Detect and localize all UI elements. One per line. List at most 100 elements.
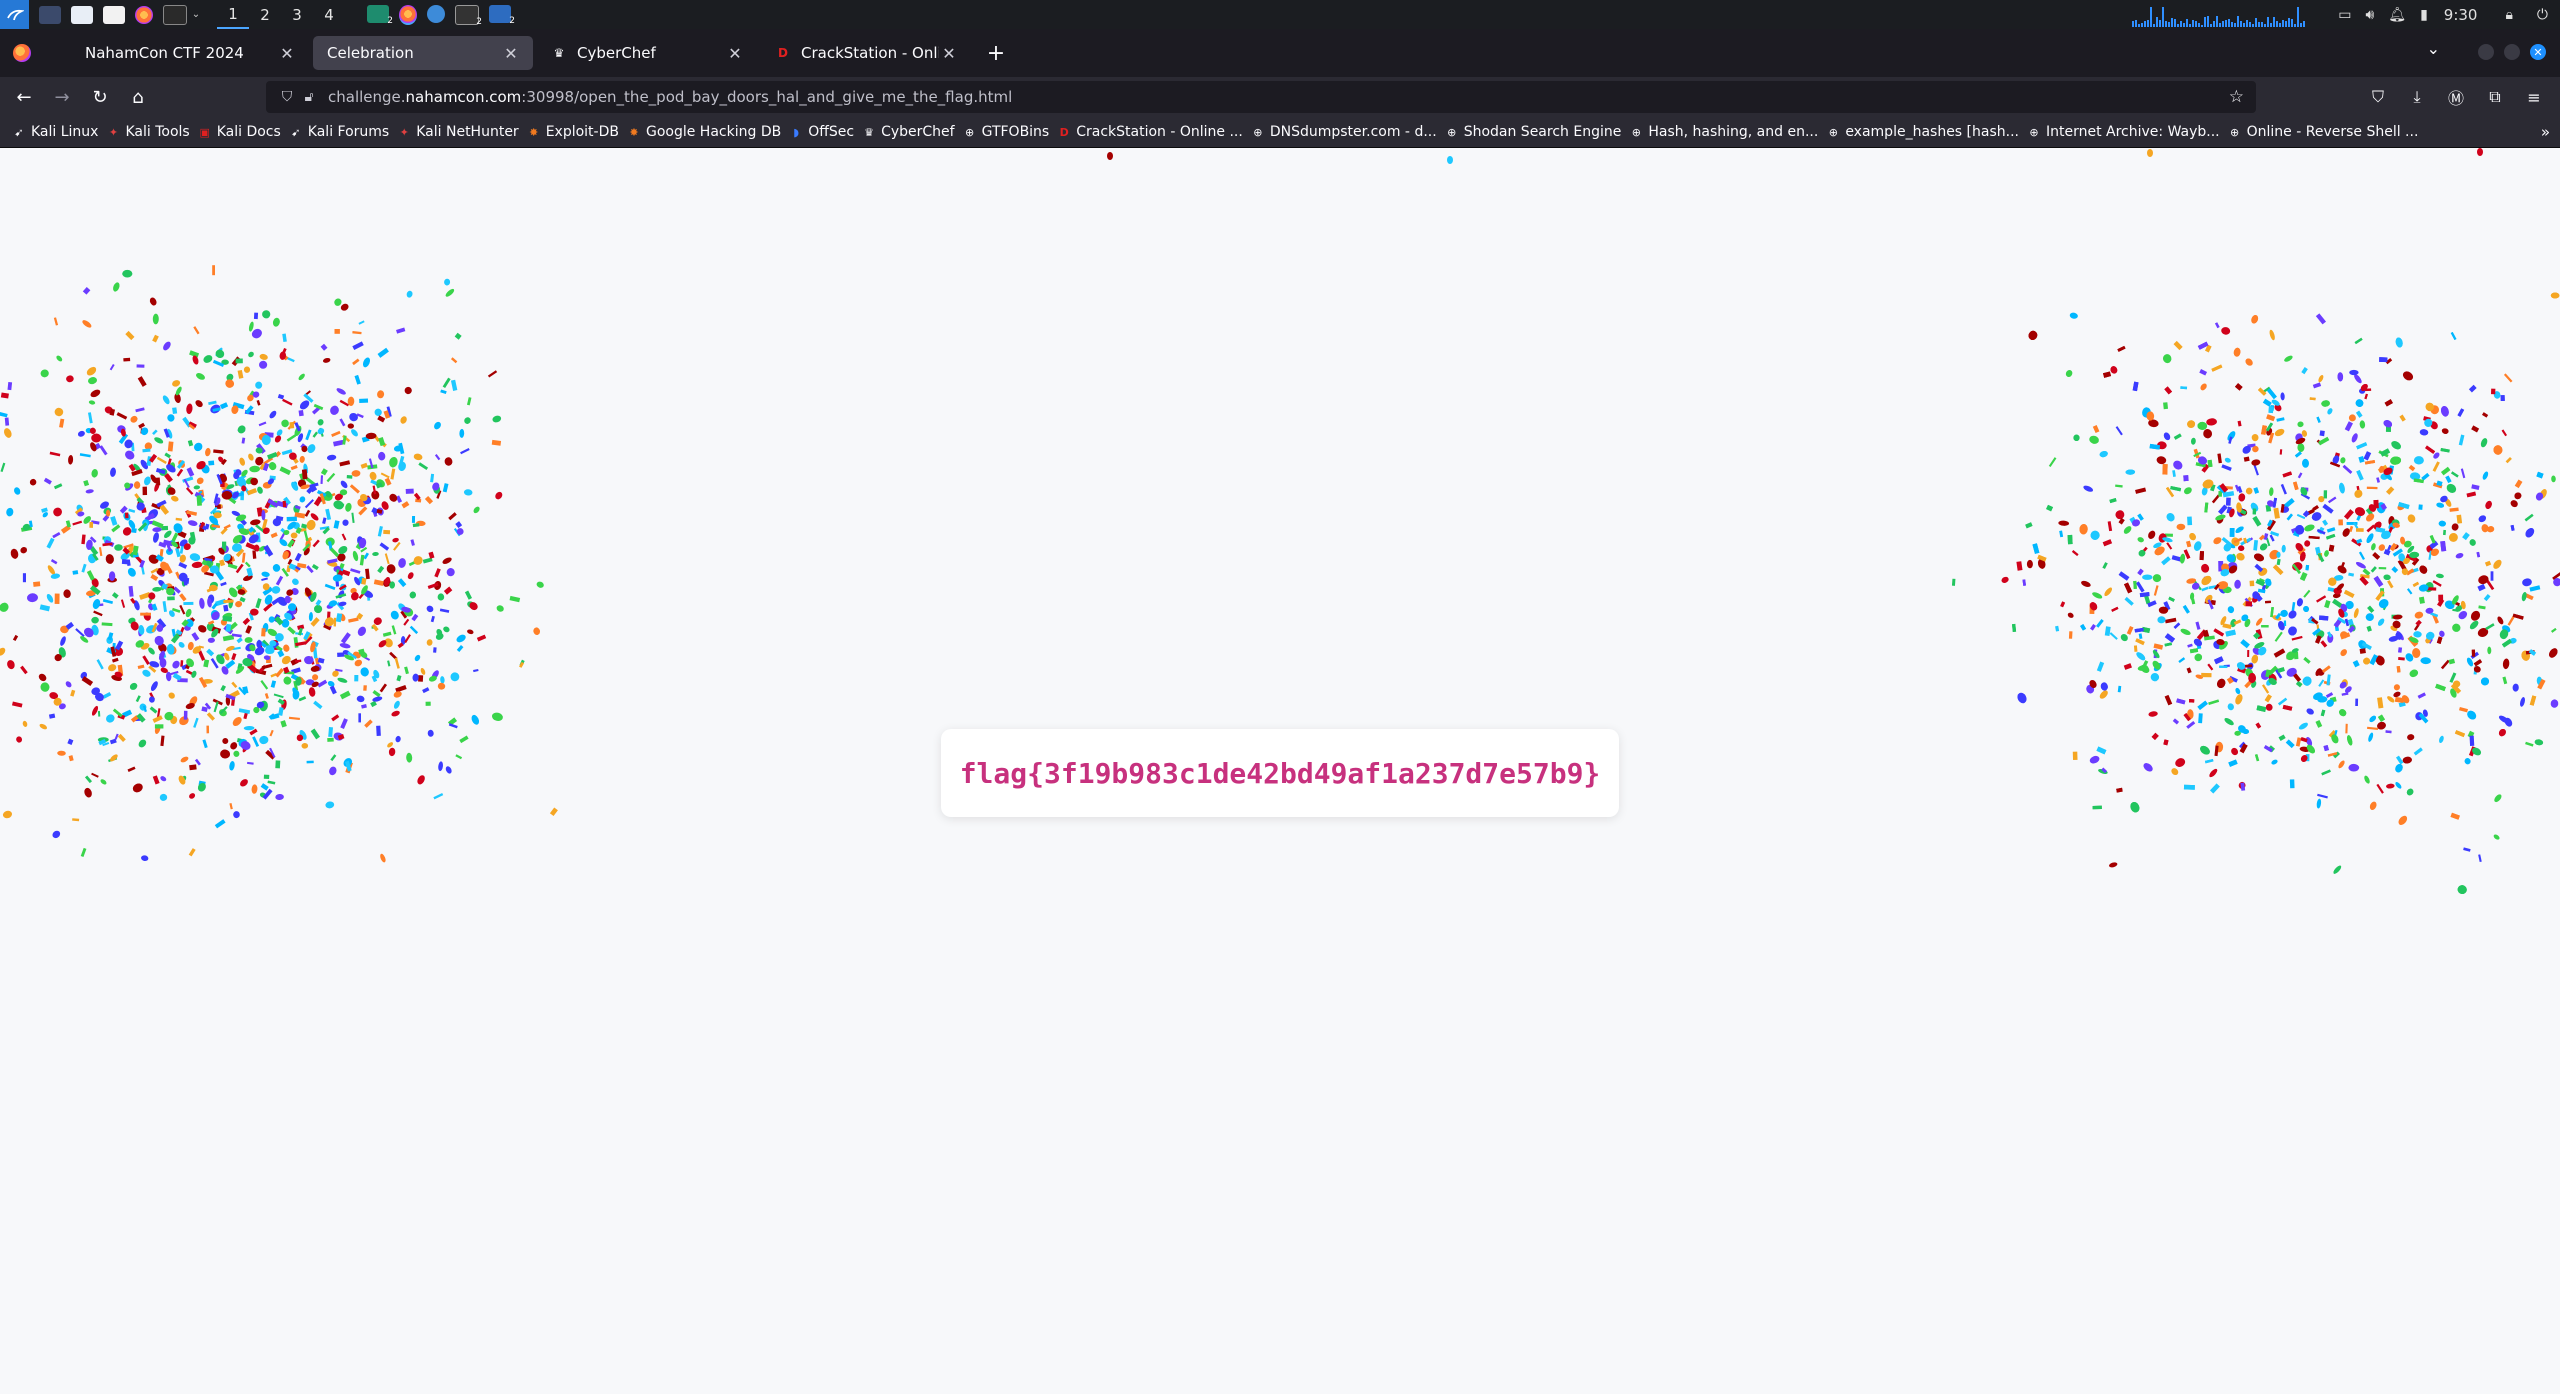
- browser-running-icon[interactable]: [427, 4, 445, 23]
- confetti-piece: [2161, 556, 2171, 566]
- tab-crackstation[interactable]: D CrackStation - Online Pas ✕: [761, 36, 971, 70]
- workspace-1-button[interactable]: 1: [217, 0, 249, 29]
- confetti-piece: [459, 428, 465, 438]
- confetti-piece: [2133, 645, 2138, 652]
- bookmark-offsec[interactable]: ◗ OffSec: [789, 124, 854, 140]
- file-manager-icon[interactable]: [71, 5, 93, 24]
- confetti-piece: [425, 701, 431, 706]
- bookmark-internet-archive[interactable]: ⊕ Internet Archive: Wayb...: [2027, 124, 2219, 140]
- more-bookmarks-chevron-icon[interactable]: »: [2541, 123, 2550, 141]
- bookmark-exploit-db[interactable]: ✸ Exploit-DB: [527, 124, 619, 140]
- confetti-piece: [2176, 698, 2186, 705]
- forward-button[interactable]: →: [44, 81, 80, 113]
- bookmark-kali-nethunter[interactable]: ✦ Kali NetHunter: [397, 124, 519, 140]
- close-tab-icon[interactable]: ✕: [501, 44, 521, 63]
- confetti-piece: [2046, 504, 2054, 512]
- extensions-icon[interactable]: ⧉: [2477, 81, 2513, 113]
- confetti-piece: [233, 811, 240, 819]
- kali-menu-icon[interactable]: [0, 0, 29, 29]
- confetti-piece: [2116, 787, 2123, 793]
- home-button[interactable]: ⌂: [120, 81, 156, 113]
- close-tab-icon[interactable]: ✕: [725, 44, 745, 63]
- close-tab-icon[interactable]: ✕: [277, 44, 297, 63]
- bookmark-kali-docs[interactable]: ▣ Kali Docs: [198, 124, 281, 140]
- confetti-piece: [2132, 381, 2139, 392]
- maximize-button[interactable]: [2504, 44, 2520, 60]
- bookmark-example-hashes[interactable]: ⊕ example_hashes [hash...: [1826, 124, 2019, 140]
- tracking-protection-icon[interactable]: ⛉: [278, 89, 296, 105]
- bookmark-shodan[interactable]: ⊕ Shodan Search Engine: [1445, 124, 1621, 140]
- globe-icon: ⊕: [2029, 125, 2039, 139]
- confetti-piece: [459, 735, 469, 744]
- bookmark-label: CyberChef: [881, 124, 955, 140]
- confetti-piece: [46, 537, 55, 549]
- app-menu-icon[interactable]: ≡: [2516, 81, 2552, 113]
- firefox-launcher-icon[interactable]: [135, 5, 153, 24]
- files-running-icon[interactable]: 2: [489, 4, 515, 26]
- confetti-piece: [2303, 656, 2311, 664]
- bookmark-star-icon[interactable]: ☆: [2229, 87, 2244, 107]
- cpu-graph-bar: [2150, 6, 2153, 27]
- bookmark-hash-hashing[interactable]: ⊕ Hash, hashing, and en...: [1629, 124, 1819, 140]
- lock-icon[interactable]: 🔒︎: [2505, 7, 2512, 23]
- confetti-piece: [2138, 633, 2143, 640]
- clock[interactable]: 9:30: [2444, 6, 2478, 24]
- confetti-piece: [386, 564, 396, 574]
- url-text[interactable]: challenge.nahamcon.com:30998/open_the_po…: [328, 88, 1012, 106]
- power-icon[interactable]: ⏻: [2537, 7, 2548, 23]
- minimize-button[interactable]: [2478, 44, 2494, 60]
- running-app-icon[interactable]: 2: [367, 4, 393, 26]
- notifications-icon[interactable]: 🔔︎: [2388, 7, 2406, 23]
- account-icon[interactable]: Ⓜ: [2438, 81, 2474, 113]
- workspace-2-button[interactable]: 2: [249, 0, 281, 29]
- bookmark-crackstation[interactable]: D CrackStation - Online ...: [1057, 124, 1243, 140]
- confetti-piece: [384, 553, 390, 565]
- bookmark-google-hacking-db[interactable]: ✸ Google Hacking DB: [627, 124, 781, 140]
- confetti-piece: [334, 328, 340, 334]
- display-icon[interactable]: ▭: [2338, 7, 2351, 23]
- bookmark-dnsdumpster[interactable]: ⊕ DNSdumpster.com - d...: [1251, 124, 1436, 140]
- pocket-icon[interactable]: ⛉: [2360, 81, 2396, 113]
- confetti-piece: [243, 366, 251, 373]
- new-tab-button[interactable]: +: [981, 41, 1011, 66]
- bookmark-gtfobins[interactable]: ⊕ GTFOBins: [963, 124, 1049, 140]
- battery-icon[interactable]: ▮: [2420, 7, 2428, 23]
- bookmark-reverse-shell[interactable]: ⊕ Online - Reverse Shell ...: [2228, 124, 2418, 140]
- tab-celebration[interactable]: Celebration ✕: [313, 36, 533, 70]
- terminal-running-icon[interactable]: 2: [455, 4, 482, 27]
- confetti-piece: [2213, 537, 2222, 545]
- address-bar[interactable]: ⛉ 🔓︎ challenge.nahamcon.com:30998/open_t…: [266, 81, 2256, 113]
- confetti-piece: [2439, 630, 2445, 637]
- firefox-view-icon[interactable]: [13, 44, 31, 62]
- text-editor-icon[interactable]: [103, 5, 125, 24]
- confetti-piece: [496, 605, 504, 612]
- chevron-down-icon[interactable]: ⌄: [191, 6, 201, 24]
- bookmark-kali-tools[interactable]: ✦ Kali Tools: [106, 124, 190, 140]
- tab-cyberchef[interactable]: ♛ CyberChef ✕: [537, 36, 757, 70]
- site-info-lock-icon[interactable]: 🔓︎: [300, 89, 318, 105]
- terminal-icon[interactable]: [163, 4, 187, 25]
- bookmark-kali-linux[interactable]: ➹ Kali Linux: [12, 124, 98, 140]
- confetti-piece: [138, 739, 147, 748]
- close-window-button[interactable]: ✕: [2530, 44, 2546, 60]
- list-all-tabs-icon[interactable]: ⌄: [2427, 39, 2440, 58]
- volume-icon[interactable]: 🔊︎: [2365, 7, 2374, 23]
- confetti-piece: [2340, 649, 2348, 657]
- workspace-4-button[interactable]: 4: [313, 0, 345, 29]
- bookmark-cyberchef[interactable]: ♛ CyberChef: [862, 124, 955, 140]
- confetti-piece: [219, 709, 227, 717]
- confetti-piece: [196, 372, 205, 380]
- bookmark-kali-forums[interactable]: ➹ Kali Forums: [289, 124, 389, 140]
- downloads-icon[interactable]: ⤓: [2399, 81, 2435, 113]
- confetti-piece: [2150, 672, 2160, 682]
- confetti-piece: [476, 634, 487, 642]
- back-button[interactable]: ←: [6, 81, 42, 113]
- close-tab-icon[interactable]: ✕: [939, 44, 959, 63]
- workspace-3-button[interactable]: 3: [281, 0, 313, 29]
- flag-text: flag{3f19b983c1de42bd49af1a237d7e57b9}: [959, 756, 1601, 790]
- tab-nahamcon[interactable]: NahamCon CTF 2024 ✕: [45, 36, 309, 70]
- reload-button[interactable]: ↻: [82, 81, 118, 113]
- confetti-piece: [2083, 485, 2094, 492]
- firefox-running-icon[interactable]: [399, 4, 417, 25]
- show-desktop-icon[interactable]: [39, 5, 61, 24]
